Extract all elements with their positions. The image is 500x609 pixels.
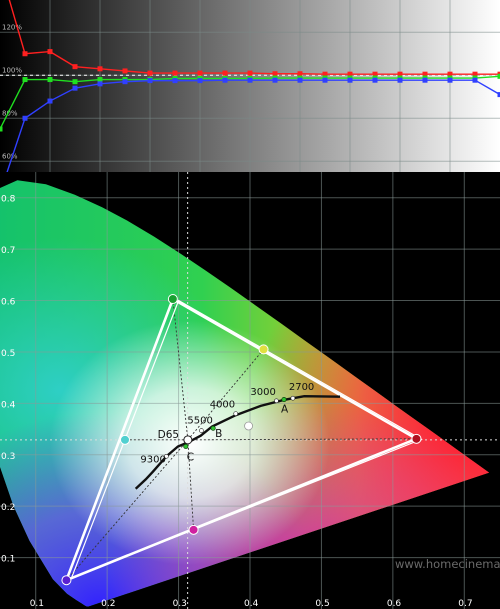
series-marker xyxy=(122,79,128,85)
series-marker xyxy=(147,78,153,84)
illuminant-label: D65 xyxy=(158,429,179,441)
y-tick-label: 0.7 xyxy=(1,246,15,256)
series-marker xyxy=(247,77,253,83)
primary-marker xyxy=(167,293,178,304)
cct-label: 4000 xyxy=(210,400,235,411)
series-marker xyxy=(172,78,178,84)
y-tick-label: 100% xyxy=(2,66,22,74)
rgb-balance-chart: 60%80%100%120% xyxy=(0,0,500,196)
y-tick-label: 0.6 xyxy=(1,298,16,308)
cct-marker xyxy=(199,428,204,433)
cct-marker xyxy=(290,395,296,401)
primary-marker xyxy=(411,433,422,444)
series-marker xyxy=(397,77,403,83)
illuminant-label: B xyxy=(215,428,222,440)
series-marker xyxy=(222,77,228,83)
series-marker xyxy=(147,70,153,76)
series-marker xyxy=(347,77,353,83)
series-marker xyxy=(72,85,78,91)
illuminant-marker xyxy=(183,443,189,449)
white-point-marker xyxy=(183,435,193,445)
series-marker xyxy=(22,115,28,121)
x-tick-label: 0.1 xyxy=(30,599,44,609)
y-tick-label: 0.2 xyxy=(1,503,15,513)
series-marker xyxy=(97,77,103,83)
series-marker xyxy=(322,77,328,83)
series-marker xyxy=(297,77,303,83)
x-tick-label: 0.6 xyxy=(387,599,402,609)
series-marker xyxy=(0,126,3,132)
y-tick-label: 0.4 xyxy=(1,400,16,410)
series-marker xyxy=(197,78,203,84)
x-tick-label: 0.5 xyxy=(315,599,329,609)
series-marker xyxy=(47,49,53,55)
series-marker xyxy=(272,77,278,83)
illuminant-label: A xyxy=(281,404,289,416)
cct-marker xyxy=(233,411,239,416)
cct-label: 2700 xyxy=(289,382,314,393)
illuminant-marker xyxy=(281,397,287,403)
series-marker xyxy=(197,70,203,76)
series-marker xyxy=(72,64,78,70)
y-tick-label: 0.3 xyxy=(1,452,15,462)
y-tick-label: 120% xyxy=(2,23,22,31)
y-tick-label: 0.8 xyxy=(1,195,16,205)
illuminant-label: C xyxy=(187,451,194,463)
series-marker xyxy=(122,68,128,74)
x-tick-label: 0.4 xyxy=(244,599,259,609)
series-marker xyxy=(447,77,453,83)
y-tick-label: 60% xyxy=(2,152,18,160)
y-tick-label: 0.5 xyxy=(1,349,15,359)
measurement-point xyxy=(244,421,253,431)
series-marker xyxy=(47,98,53,104)
series-marker xyxy=(72,79,78,85)
x-tick-label: 0.2 xyxy=(101,599,115,609)
y-tick-label: 0.1 xyxy=(1,555,15,565)
cct-label: 9300 xyxy=(140,454,165,465)
series-marker xyxy=(247,70,253,76)
x-tick-label: 0.7 xyxy=(458,599,472,609)
series-marker xyxy=(422,77,428,83)
cct-marker xyxy=(274,398,279,404)
primary-marker xyxy=(61,575,72,586)
series-marker xyxy=(97,81,103,87)
cct-label: 3000 xyxy=(250,387,275,398)
series-marker xyxy=(272,71,278,77)
series-marker xyxy=(22,51,28,57)
secondary-marker xyxy=(120,434,130,445)
series-marker xyxy=(97,66,103,72)
secondary-marker xyxy=(258,344,269,355)
series-marker xyxy=(172,70,178,76)
series-marker xyxy=(372,77,378,83)
x-tick-label: 0.3 xyxy=(173,599,187,609)
cie-chromaticity-chart: 0.1 0.2 0.3 0.4 0.5 0.6 0.7 0.1 0.2 0.3 0.4 0.5 0.6… xyxy=(0,172,500,609)
series-marker xyxy=(222,70,228,76)
series-marker xyxy=(297,71,303,77)
secondary-marker xyxy=(188,524,199,535)
series-marker xyxy=(47,77,53,83)
chart-figure: 60%80%100%120% 0.1 0.2 0.3 0.4 0.5 0.6 0.7 0.1… xyxy=(0,0,500,609)
watermark: www.homecinema-fr xyxy=(395,557,500,571)
cct-label: 5500 xyxy=(187,416,212,427)
series-marker xyxy=(22,77,28,83)
series-marker xyxy=(472,77,478,83)
